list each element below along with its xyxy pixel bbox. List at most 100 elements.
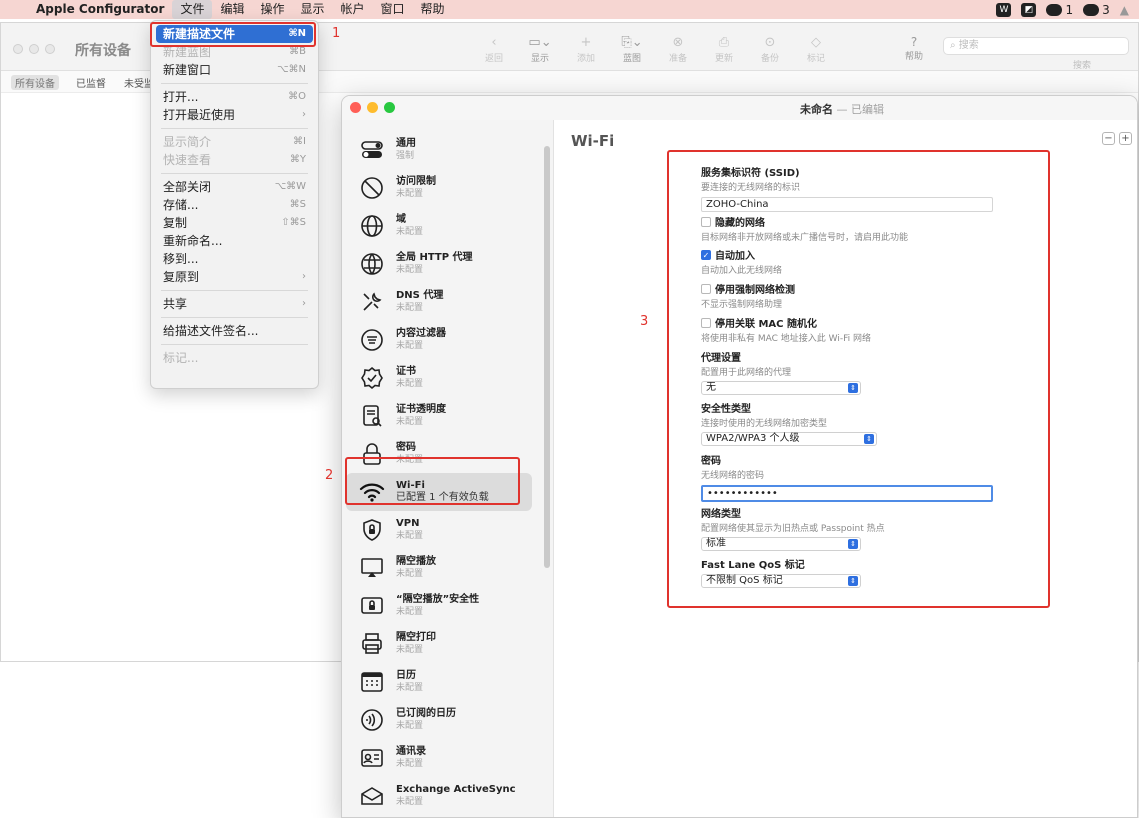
globe-icon	[358, 212, 386, 240]
toolbar-help-button[interactable]: ? 帮助	[899, 35, 929, 62]
prepare-icon: ⊗	[672, 35, 684, 50]
profile-titlebar: 未命名 — 已编辑	[342, 96, 1137, 120]
menu-file[interactable]: 文件	[172, 0, 213, 19]
profile-title: 未命名 — 已编辑	[800, 103, 884, 116]
sidebar-item-status: 未配置	[396, 379, 424, 389]
tools-icon	[358, 288, 386, 316]
file-menu-item[interactable]: 打开最近使用 ›	[151, 106, 318, 124]
file-menu-item[interactable]: 重新命名...	[151, 232, 318, 250]
toolbar-tag-button[interactable]: ◇ 标记	[793, 35, 839, 64]
annotation-box-1	[150, 22, 316, 47]
cert-transparency-icon	[358, 402, 386, 430]
file-menu: 新建描述文件 ⌘N 新建蓝图 ⌘B 新建窗口 ⌥⌘N 打开... ⌘O 打开最近使用 › 显示简介 ⌘…	[150, 20, 319, 389]
sidebar-item[interactable]: “隔空播放”安全性 未配置	[346, 587, 532, 625]
menu-view[interactable]: 显示	[292, 0, 332, 19]
file-menu-item[interactable]: 存储... ⌘S	[151, 196, 318, 214]
sidebar-item[interactable]: 隔空播放 未配置	[346, 549, 532, 587]
filter-supervised[interactable]: 已监督	[76, 75, 106, 90]
sidebar-item[interactable]: 日历 未配置	[346, 663, 532, 701]
view-icon: ▭⌄	[528, 35, 552, 50]
sidebar-item-status: 强制	[396, 151, 415, 161]
sidebar-item-status: 未配置	[396, 189, 424, 199]
sidebar-item[interactable]: VPN 未配置	[346, 511, 532, 549]
sidebar-item-label: 内容过滤器	[396, 328, 446, 339]
sidebar-item-status: 未配置	[396, 759, 424, 769]
minimize-button[interactable]	[29, 44, 39, 54]
sidebar-item[interactable]: 域未配置	[346, 207, 532, 245]
toolbar-back-button[interactable]: ‹ 返回	[471, 35, 517, 64]
sidebar-scrollbar[interactable]	[544, 146, 550, 568]
menu-window[interactable]: 窗口	[373, 0, 413, 19]
file-menu-item[interactable]: 共享 ›	[151, 295, 318, 313]
search-input[interactable]: ⌕ 搜索	[943, 37, 1129, 55]
menu-account[interactable]: 帐户	[333, 0, 373, 19]
sidebar-item[interactable]: 内容过滤器 未配置	[346, 321, 532, 359]
filter-icon	[358, 326, 386, 354]
menu-help[interactable]: 帮助	[413, 0, 453, 19]
file-menu-item: 快速查看 ⌘Y	[163, 153, 306, 167]
zoom-button[interactable]	[384, 102, 395, 113]
toolbar-view-button[interactable]: ▭⌄ 显示	[517, 35, 563, 64]
sidebar-item[interactable]: 隔空打印 未配置	[346, 625, 532, 663]
sidebar-item-label: 证书透明度	[396, 404, 446, 415]
sidebar-item[interactable]: DNS 代理 未配置	[346, 283, 532, 321]
sidebar-item-label: 隔空打印	[396, 632, 436, 643]
help-icon: ?	[910, 35, 918, 49]
sidebar-item[interactable]: 通讯录 未配置	[346, 739, 532, 777]
sidebar-item-status: 未配置	[396, 607, 424, 617]
wps-icon[interactable]: W	[996, 2, 1012, 17]
menu-bar: Apple Configurator 文件 编辑 操作 显示 帐户 窗口 帮助 …	[0, 0, 1139, 19]
file-menu-item[interactable]: 新建窗口 ⌥⌘N	[151, 61, 318, 79]
sidebar-item-label: 隔空播放	[396, 556, 436, 567]
add-payload-button[interactable]: +	[1119, 132, 1132, 145]
file-menu-item: 标记...	[163, 351, 199, 365]
sidebar-item[interactable]: 通用 强制	[346, 131, 532, 169]
remove-payload-button[interactable]: −	[1102, 132, 1115, 145]
user-icon[interactable]: ▲	[1120, 3, 1129, 17]
restriction-icon	[358, 174, 386, 202]
close-button[interactable]	[350, 102, 361, 113]
status-app-icon[interactable]: ◩	[1021, 2, 1037, 17]
wechat-status-2[interactable]: 3	[1083, 3, 1110, 17]
annotation-number-1: 1	[332, 26, 341, 41]
file-menu-item[interactable]: 给描述文件签名...	[151, 322, 318, 340]
toolbar-update-button[interactable]: ⎙ 更新	[701, 35, 747, 64]
file-menu-item[interactable]: 移到...	[151, 250, 318, 268]
menu-actions[interactable]: 操作	[252, 0, 292, 19]
chevron-left-icon: ‹	[491, 35, 497, 50]
sidebar-item-label: 证书	[396, 366, 416, 377]
sidebar-item[interactable]: 访问限制 未配置	[346, 169, 532, 207]
menu-edit[interactable]: 编辑	[212, 0, 252, 19]
toolbar-prepare-button[interactable]: ⊗ 准备	[655, 35, 701, 64]
sidebar-item[interactable]: 全局 HTTP 代理 未配置	[346, 245, 532, 283]
sidebar-item-status: 未配置	[396, 531, 424, 541]
sidebar-item[interactable]: 证书透明度 未配置	[346, 397, 532, 435]
sidebar-item[interactable]: Exchange ActiveSync 未配置	[346, 777, 532, 815]
sidebar-item-status: 未配置	[396, 721, 424, 731]
minimize-button[interactable]	[367, 102, 378, 113]
file-menu-item: 显示简介 ⌘I	[163, 135, 306, 149]
toolbar-blueprint-button[interactable]: ⎘⌄ 蓝图	[609, 35, 655, 64]
zoom-button[interactable]	[45, 44, 55, 54]
search-icon: ⌕	[950, 40, 959, 51]
wechat-status-1[interactable]: 1	[1046, 3, 1073, 17]
close-button[interactable]	[13, 44, 23, 54]
file-menu-item[interactable]: 全部关闭 ⌥⌘W	[151, 178, 318, 196]
blueprint-icon: ⎘⌄	[621, 35, 643, 50]
file-menu-item[interactable]: 复原到 ›	[151, 268, 318, 286]
window-controls	[13, 44, 55, 54]
sidebar-item-label: Exchange ActiveSync	[396, 784, 516, 795]
annotation-box-2	[345, 457, 520, 505]
sidebar-item-label: 已订阅的日历	[396, 708, 456, 719]
menu-app-name[interactable]: Apple Configurator	[30, 0, 172, 19]
toolbar-backup-button[interactable]: ⊙ 备份	[747, 35, 793, 64]
file-menu-item[interactable]: 复制 ⇧⌘S	[151, 214, 318, 232]
annotation-box-3	[667, 150, 1050, 608]
filter-all-devices[interactable]: 所有设备	[11, 75, 59, 90]
file-menu-item[interactable]: 打开... ⌘O	[151, 88, 318, 106]
sidebar-item[interactable]: 证书 未配置	[346, 359, 532, 397]
sidebar-item[interactable]: 已订阅的日历 未配置	[346, 701, 532, 739]
sidebar-item-label: DNS 代理	[396, 290, 444, 301]
toolbar-add-button[interactable]: + 添加	[563, 35, 609, 64]
sidebar-item-status: 未配置	[396, 683, 424, 693]
